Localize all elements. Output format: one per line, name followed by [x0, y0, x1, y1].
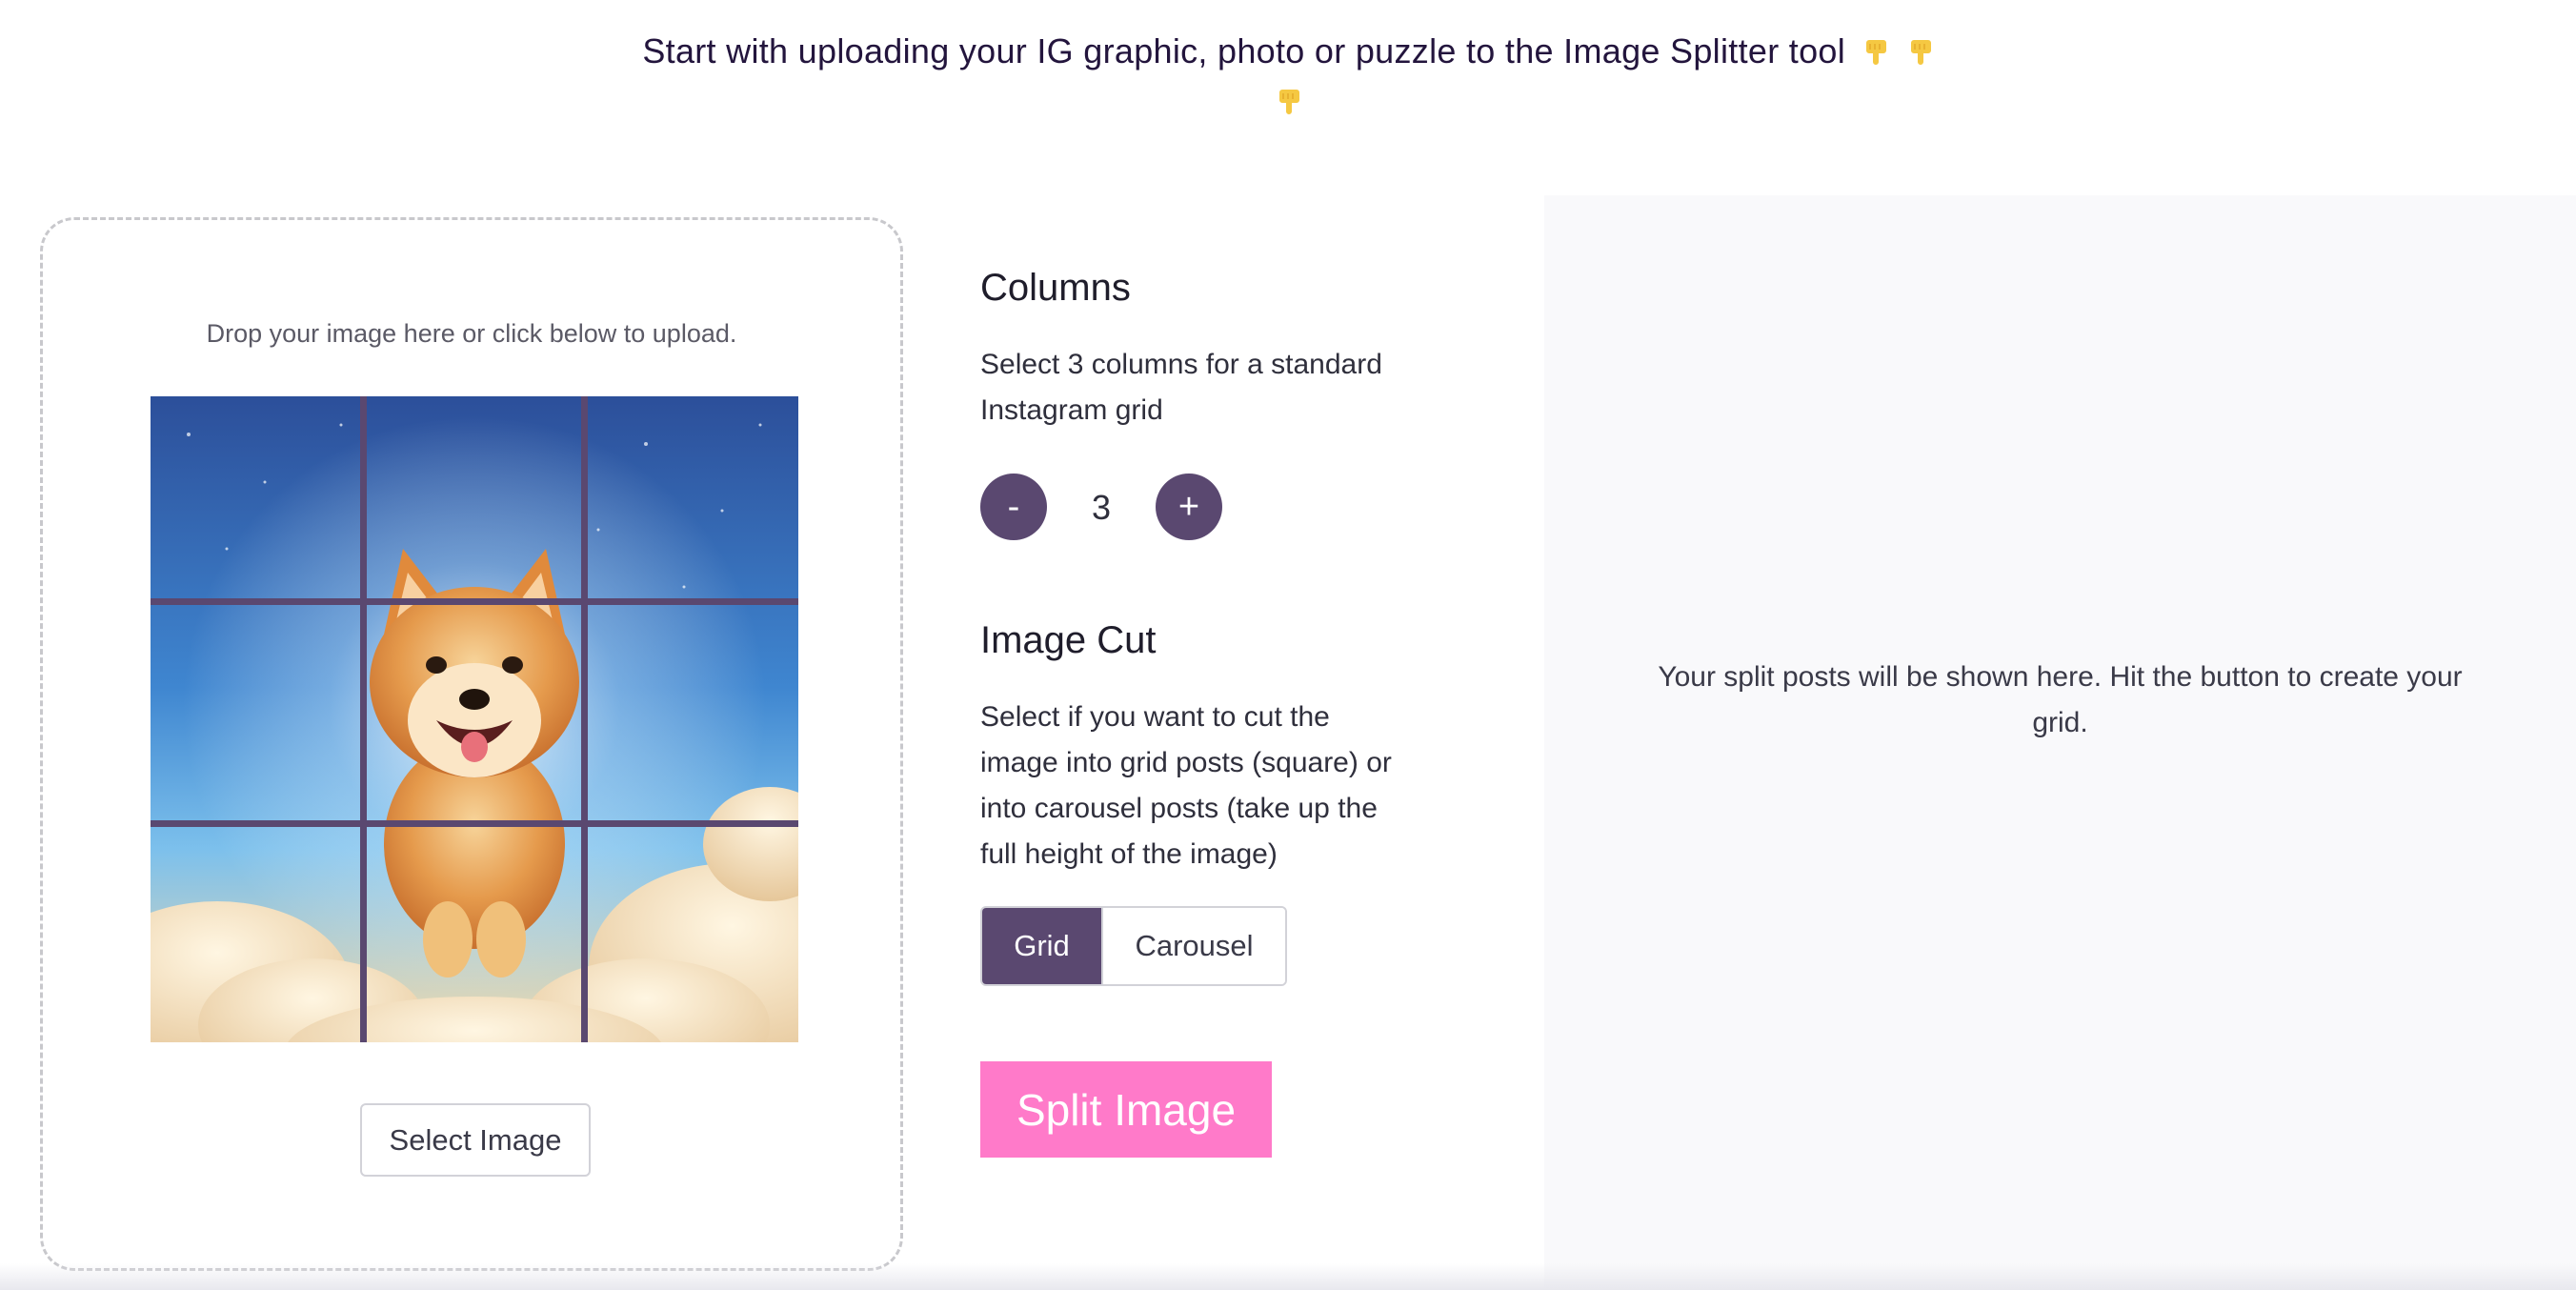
cut-mode-toggle: Grid Carousel	[980, 906, 1287, 986]
results-panel: Your split posts will be shown here. Hit…	[1544, 195, 2576, 1290]
results-placeholder: Your split posts will be shown here. Hit…	[1658, 661, 2463, 738]
columns-count: 3	[1091, 488, 1112, 527]
columns-title: Columns	[980, 267, 1131, 309]
intro-heading: Start with uploading your IG graphic, ph…	[0, 27, 2576, 126]
pointing-down-hand-icon	[1279, 90, 1299, 114]
shiba-dog-in-clouds-icon	[151, 396, 798, 1042]
pointing-down-hand-icon	[1866, 40, 1887, 65]
split-image-button[interactable]: Split Image	[980, 1061, 1272, 1158]
select-image-button[interactable]: Select Image	[360, 1103, 591, 1177]
bottom-fade	[0, 1263, 2576, 1290]
carousel-option[interactable]: Carousel	[1101, 908, 1285, 984]
increment-columns-button[interactable]: +	[1156, 474, 1222, 540]
decrement-columns-button[interactable]: -	[980, 474, 1047, 540]
image-preview	[151, 396, 798, 1042]
columns-description: Select 3 columns for a standard Instagra…	[980, 349, 1382, 426]
image-cut-title: Image Cut	[980, 619, 1157, 661]
drop-hint: Drop your image here or click below to u…	[206, 319, 737, 348]
image-cut-description: Select if you want to cut the image into…	[980, 701, 1392, 870]
pointing-down-hand-icon	[1910, 40, 1931, 65]
grid-option[interactable]: Grid	[982, 908, 1101, 984]
image-dropzone[interactable]: Drop your image here or click below to u…	[40, 217, 903, 1271]
intro-text: Start with uploading your IG graphic, ph…	[642, 31, 1846, 71]
